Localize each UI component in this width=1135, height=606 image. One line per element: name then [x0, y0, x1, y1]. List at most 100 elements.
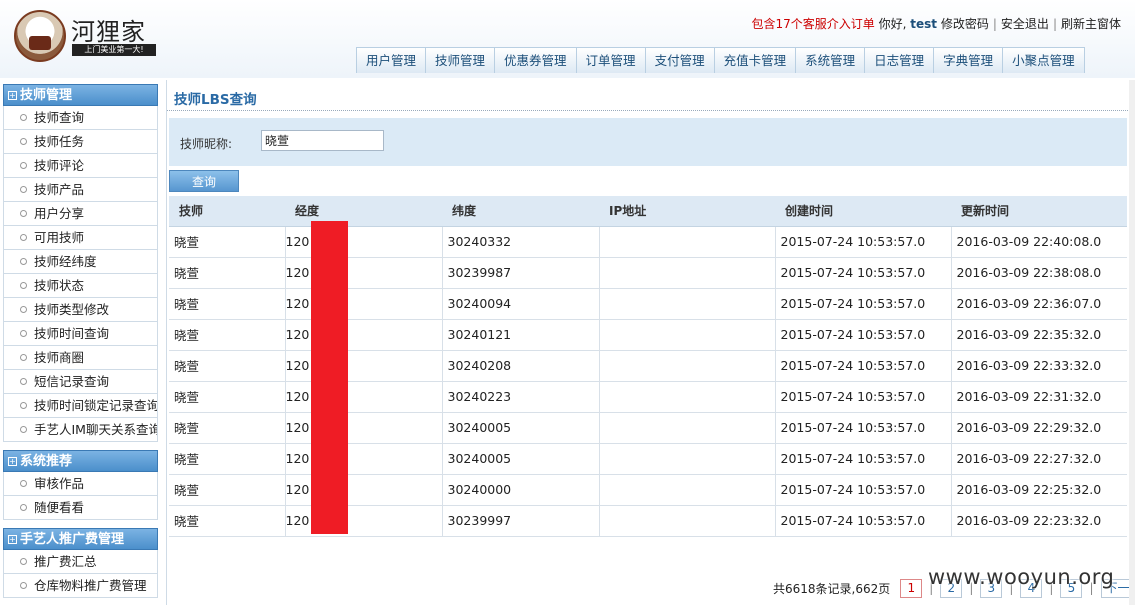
nickname-input[interactable]	[261, 130, 384, 151]
nav-gathering-point-management[interactable]: 小聚点管理	[1002, 47, 1085, 73]
bullet-icon	[20, 282, 27, 289]
nav-order-management[interactable]: 订单管理	[576, 47, 646, 73]
created-time-cell: 2015-07-24 10:53:57.0	[775, 412, 951, 443]
column-header: 更新时间	[951, 196, 1127, 226]
updated-time-cell: 2016-03-09 22:38:08.0	[951, 257, 1127, 288]
sidebar-item[interactable]: 技师类型修改	[3, 298, 158, 322]
refresh-main-window-link[interactable]: 刷新主窗体	[1061, 17, 1121, 31]
updated-time-cell: 2016-03-09 22:29:32.0	[951, 412, 1127, 443]
logo-mascot-icon	[14, 10, 66, 62]
ip-cell	[599, 319, 775, 350]
bullet-icon	[20, 402, 27, 409]
nav-recharge-card-management[interactable]: 充值卡管理	[714, 47, 797, 73]
latitude-cell: 30240223	[442, 381, 599, 412]
scrollbar[interactable]	[1129, 80, 1135, 605]
sidebar-group-title[interactable]: +技师管理	[3, 84, 158, 106]
search-panel: 技师昵称:	[169, 118, 1127, 166]
sidebar: +技师管理 技师查询 技师任务 技师评论 技师产品 用户分享 可用技师 技师经纬…	[3, 84, 158, 606]
sidebar-item[interactable]: 技师经纬度	[3, 250, 158, 274]
sidebar-item[interactable]: 随便看看	[3, 496, 158, 520]
nav-dictionary-management[interactable]: 字典管理	[933, 47, 1003, 73]
created-time-cell: 2015-07-24 10:53:57.0	[775, 288, 951, 319]
nav-technician-management[interactable]: 技师管理	[425, 47, 495, 73]
change-password-link[interactable]: 修改密码	[941, 17, 989, 31]
expand-icon: +	[8, 457, 17, 466]
sidebar-group-title[interactable]: +系统推荐	[3, 450, 158, 472]
updated-time-cell: 2016-03-09 22:31:32.0	[951, 381, 1127, 412]
bullet-icon	[20, 258, 27, 265]
logo[interactable]: 河狸家 上门美业第一大!	[14, 8, 154, 64]
page-link-current[interactable]: 1	[900, 579, 922, 598]
nav-system-management[interactable]: 系统管理	[795, 47, 865, 73]
sidebar-item[interactable]: 用户分享	[3, 202, 158, 226]
page-title: 技师LBS查询	[174, 88, 257, 108]
bullet-icon	[20, 354, 27, 361]
sidebar-item[interactable]: 手艺人IM聊天关系查询	[3, 418, 158, 442]
sidebar-item[interactable]: 短信记录查询	[3, 370, 158, 394]
expand-icon: +	[8, 91, 17, 100]
sidebar-item[interactable]: 审核作品	[3, 472, 158, 496]
nickname-label: 技师昵称:	[180, 135, 232, 152]
technician-cell: 晓萱	[169, 226, 285, 257]
bullet-icon	[20, 582, 27, 589]
sidebar-item[interactable]: 技师查询	[3, 106, 158, 130]
technician-cell: 晓萱	[169, 319, 285, 350]
greeting: 你好,	[879, 17, 907, 31]
bullet-icon	[20, 330, 27, 337]
divider: |	[993, 17, 997, 31]
created-time-cell: 2015-07-24 10:53:57.0	[775, 257, 951, 288]
logo-tagline: 上门美业第一大!	[72, 44, 156, 56]
technician-cell: 晓萱	[169, 381, 285, 412]
ip-cell	[599, 381, 775, 412]
sidebar-item[interactable]: 技师状态	[3, 274, 158, 298]
bullet-icon	[20, 186, 27, 193]
main-content: 技师LBS查询 技师昵称: 查询 技师 经度 纬度 IP地址 创建时间 更新时间…	[166, 80, 1129, 605]
ip-cell	[599, 505, 775, 536]
logout-link[interactable]: 安全退出	[1001, 17, 1049, 31]
bullet-icon	[20, 504, 27, 511]
sidebar-item[interactable]: 技师评论	[3, 154, 158, 178]
service-intervention-notice[interactable]: 包含17个客服介入订单	[752, 17, 875, 31]
nav-coupon-management[interactable]: 优惠券管理	[494, 47, 577, 73]
updated-time-cell: 2016-03-09 22:33:32.0	[951, 350, 1127, 381]
created-time-cell: 2015-07-24 10:53:57.0	[775, 381, 951, 412]
updated-time-cell: 2016-03-09 22:36:07.0	[951, 288, 1127, 319]
latitude-cell: 30240005	[442, 412, 599, 443]
sidebar-group-title[interactable]: +手艺人推广费管理	[3, 528, 158, 550]
logo-name: 河狸家	[71, 12, 146, 47]
expand-icon: +	[8, 535, 17, 544]
top-bar: 包含17个客服介入订单 你好, test 修改密码|安全退出|刷新主窗体	[752, 15, 1122, 32]
query-button[interactable]: 查询	[169, 170, 239, 192]
sidebar-item[interactable]: 技师时间锁定记录查询	[3, 394, 158, 418]
technician-cell: 晓萱	[169, 412, 285, 443]
bullet-icon	[20, 378, 27, 385]
sidebar-item[interactable]: 技师商圈	[3, 346, 158, 370]
bullet-icon	[20, 162, 27, 169]
created-time-cell: 2015-07-24 10:53:57.0	[775, 319, 951, 350]
sidebar-item[interactable]: 技师产品	[3, 178, 158, 202]
created-time-cell: 2015-07-24 10:53:57.0	[775, 505, 951, 536]
nav-user-management[interactable]: 用户管理	[356, 47, 426, 73]
created-time-cell: 2015-07-24 10:53:57.0	[775, 350, 951, 381]
ip-cell	[599, 226, 775, 257]
sidebar-group-technician: +技师管理 技师查询 技师任务 技师评论 技师产品 用户分享 可用技师 技师经纬…	[3, 84, 158, 442]
updated-time-cell: 2016-03-09 22:40:08.0	[951, 226, 1127, 257]
technician-cell: 晓萱	[169, 505, 285, 536]
sidebar-item[interactable]: 仓库物料推广费管理	[3, 574, 158, 598]
nav-log-management[interactable]: 日志管理	[864, 47, 934, 73]
header: 河狸家 上门美业第一大! 包含17个客服介入订单 你好, test 修改密码|安…	[0, 0, 1135, 78]
updated-time-cell: 2016-03-09 22:35:32.0	[951, 319, 1127, 350]
latitude-cell: 30240332	[442, 226, 599, 257]
sidebar-item[interactable]: 推广费汇总	[3, 550, 158, 574]
sidebar-item[interactable]: 可用技师	[3, 226, 158, 250]
sidebar-group-promotion-fee: +手艺人推广费管理 推广费汇总 仓库物料推广费管理	[3, 528, 158, 598]
divider: |	[1053, 17, 1057, 31]
latitude-cell: 30239997	[442, 505, 599, 536]
nav-payment-management[interactable]: 支付管理	[645, 47, 715, 73]
column-header: 纬度	[442, 196, 599, 226]
latitude-cell: 30240121	[442, 319, 599, 350]
sidebar-item[interactable]: 技师任务	[3, 130, 158, 154]
ip-cell	[599, 350, 775, 381]
updated-time-cell: 2016-03-09 22:27:32.0	[951, 443, 1127, 474]
sidebar-item[interactable]: 技师时间查询	[3, 322, 158, 346]
